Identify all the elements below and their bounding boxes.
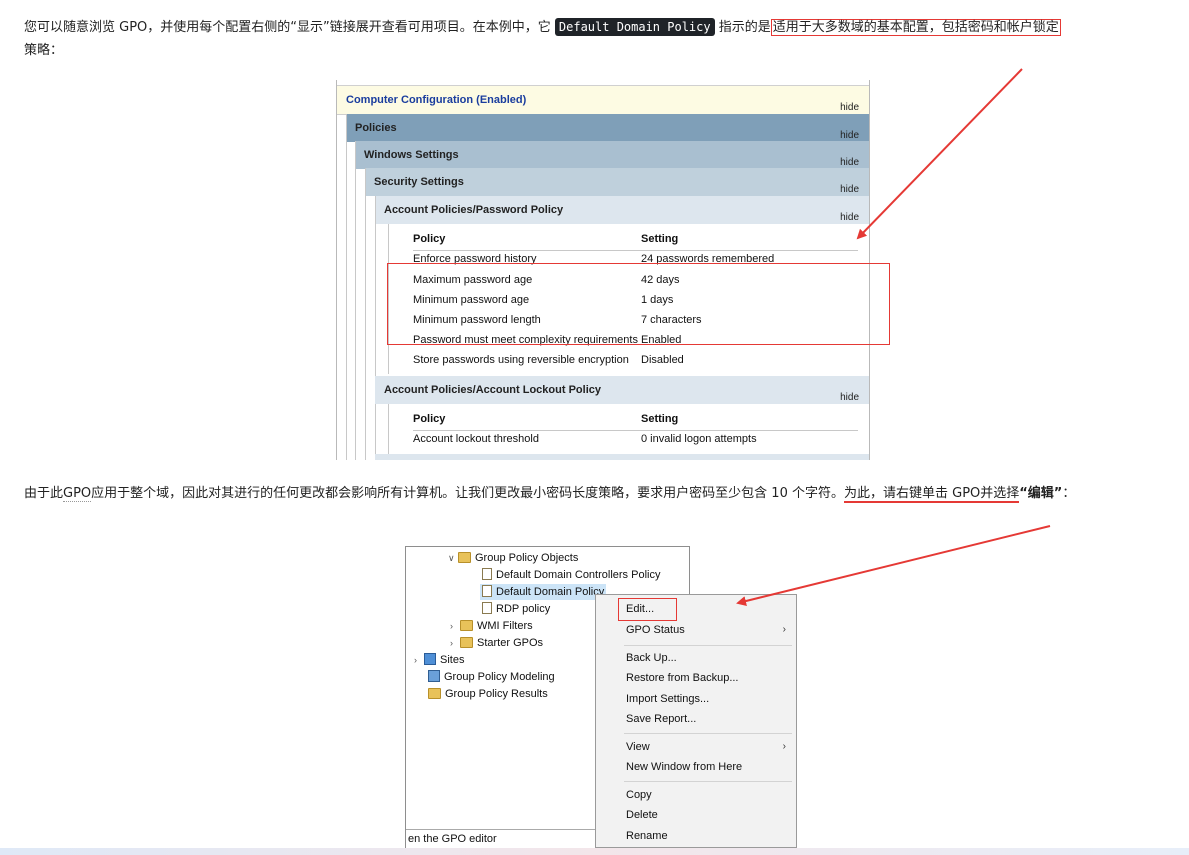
arrow-to-password-table (856, 68, 1023, 240)
annotation-arrows (736, 68, 1051, 606)
arrow-to-edit-menu (736, 525, 1051, 606)
bottom-gradient-strip (0, 848, 1189, 855)
